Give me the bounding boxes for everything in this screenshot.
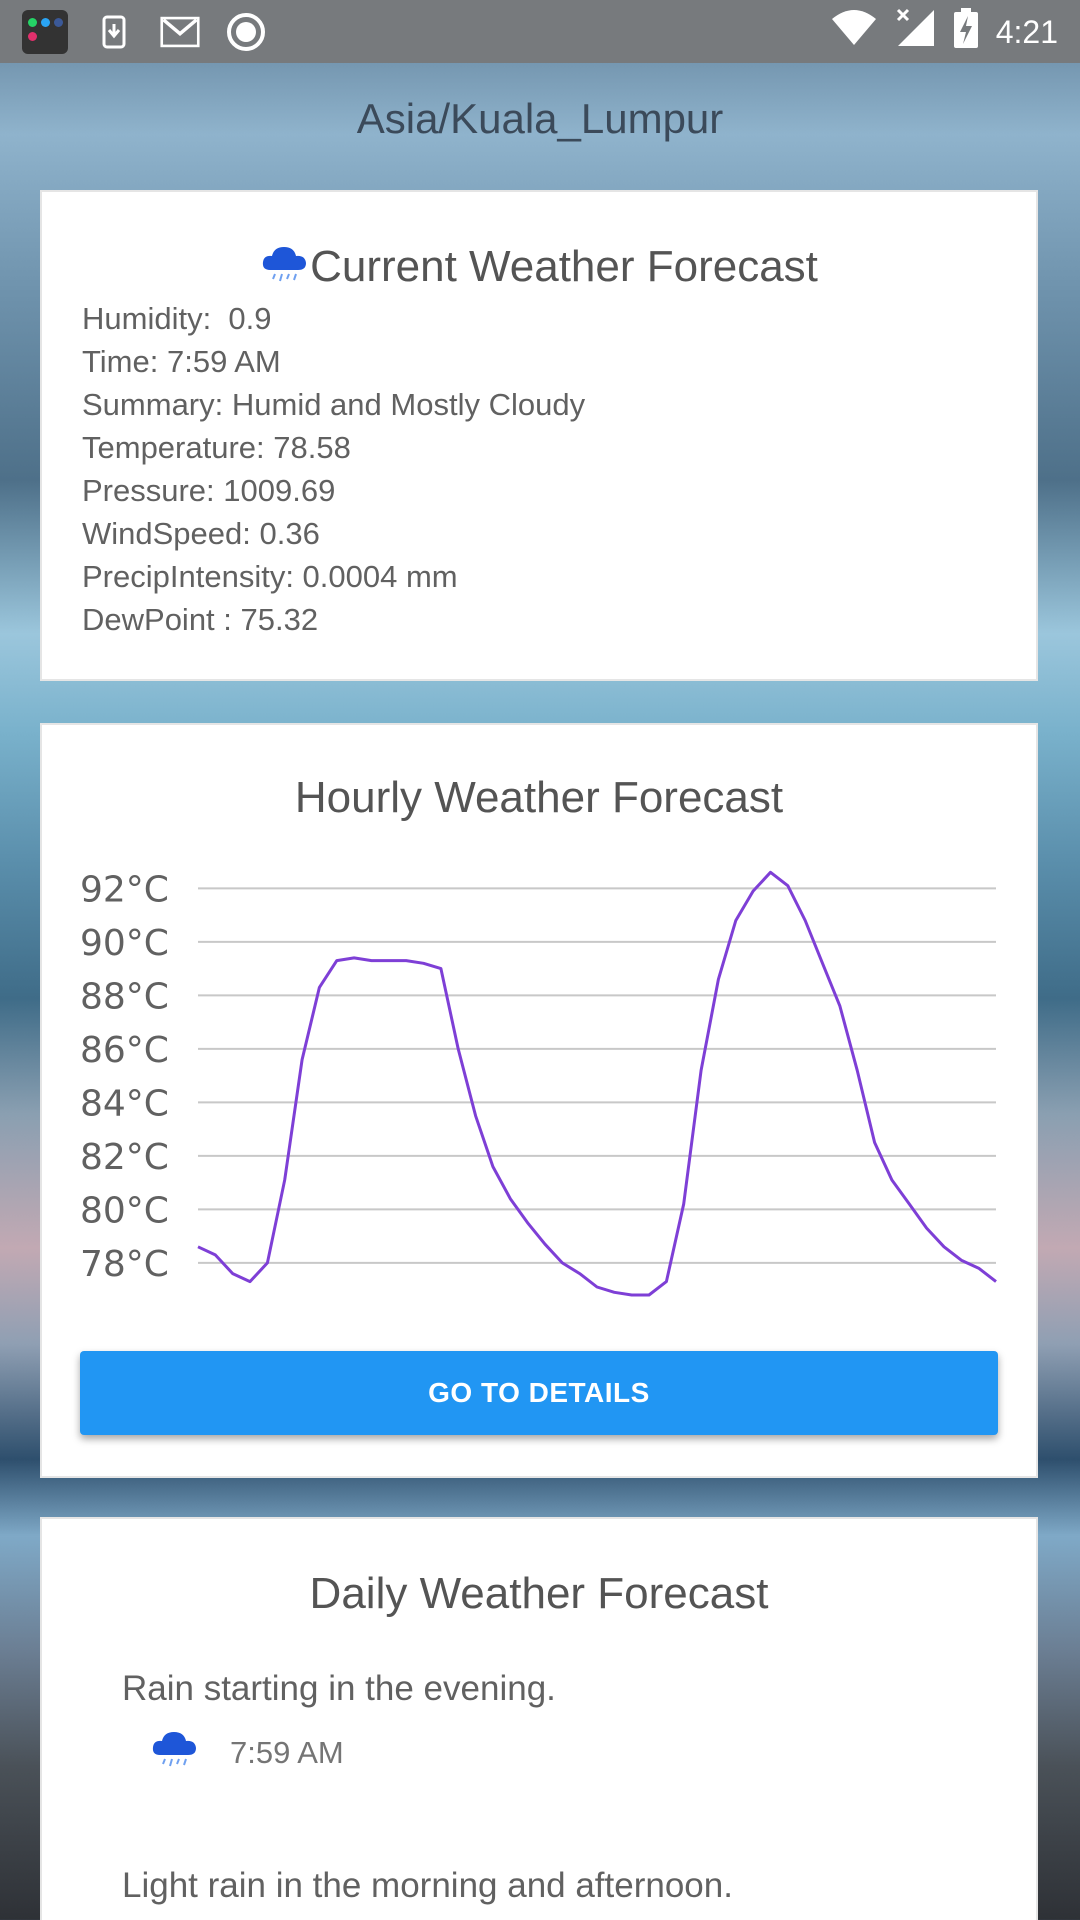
hourly-temperature-chart: 92°C 90°C 88°C 86°C 84°C 82°C 80°C 78°C	[80, 869, 997, 1297]
current-weather-heading: Current Weather Forecast	[42, 242, 1036, 295]
current-weather-card: Current Weather Forecast Humidity: 0.9 T…	[40, 190, 1038, 681]
temperature-row: Temperature: 78.58	[82, 430, 351, 465]
wifi-icon	[830, 9, 878, 55]
y-tick-label: 84°C	[80, 1083, 169, 1124]
current-weather-details: Humidity: 0.9 Time: 7:59 AM Summary: Hum…	[82, 297, 585, 641]
rain-cloud-icon	[150, 1729, 198, 1777]
daily-weather-card: Daily Weather Forecast Rain starting in …	[40, 1517, 1038, 1920]
hourly-weather-card: Hourly Weather Forecast 92°C 90°C 88°C 86°C…	[40, 723, 1038, 1478]
pressure-row: Pressure: 1009.69	[82, 473, 336, 508]
battery-charging-icon	[953, 8, 978, 56]
y-tick-label: 86°C	[80, 1030, 169, 1071]
humidity-row: Humidity: 0.9	[82, 301, 272, 336]
windspeed-row: WindSpeed: 0.36	[82, 516, 320, 551]
dewpoint-row: DewPoint : 75.32	[82, 602, 319, 637]
daily-time: 7:59 AM	[230, 1735, 344, 1770]
summary-row: Summary: Humid and Mostly Cloudy	[82, 387, 586, 422]
clock: 4:21	[995, 13, 1058, 50]
time-row: Time: 7:59 AM	[82, 344, 281, 379]
app-folder-icon	[22, 10, 68, 54]
rain-cloud-icon	[260, 244, 308, 295]
daily-summary: Rain starting in the evening.	[122, 1669, 556, 1708]
y-tick-label: 88°C	[80, 976, 169, 1017]
temperature-series-line	[197, 870, 997, 1297]
current-weather-heading-text: Current Weather Forecast	[310, 242, 818, 291]
hourly-weather-heading: Hourly Weather Forecast	[294, 773, 784, 822]
record-icon	[226, 12, 266, 52]
gmail-icon	[160, 12, 200, 52]
daily-item[interactable]: 7:59 AM	[150, 1729, 344, 1777]
y-tick-label: 90°C	[80, 923, 169, 964]
go-to-details-button[interactable]: GO TO DETAILS	[80, 1351, 998, 1435]
y-tick-label: 78°C	[80, 1244, 169, 1285]
y-tick-label: 92°C	[80, 869, 169, 910]
y-tick-label: 80°C	[80, 1190, 169, 1231]
status-bar: 4:21	[0, 0, 1080, 63]
timezone-title: Asia/Kuala_Lumpur	[356, 95, 724, 142]
download-icon	[94, 12, 134, 52]
daily-summary: Light rain in the morning and afternoon.	[122, 1866, 733, 1905]
y-tick-label: 82°C	[80, 1137, 169, 1178]
signal-icon	[896, 8, 936, 56]
precip-intensity-row: PrecipIntensity: 0.0004 mm	[82, 559, 458, 594]
daily-weather-heading: Daily Weather Forecast	[309, 1569, 769, 1618]
